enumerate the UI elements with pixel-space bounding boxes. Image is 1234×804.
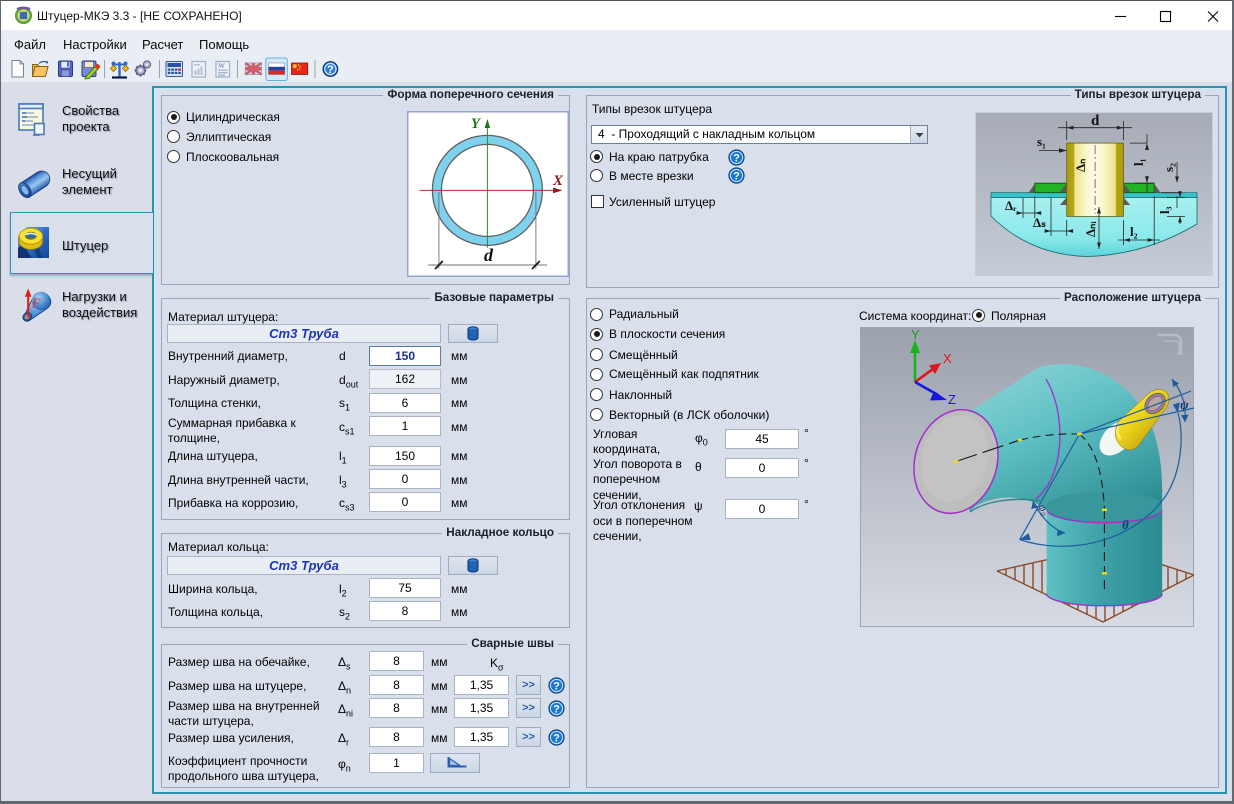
svg-text:Δₛ: Δₛ [1033,215,1046,230]
svg-text:?: ? [733,152,740,164]
svg-text:θ: θ [1122,517,1129,532]
svg-text:X: X [943,351,952,366]
svg-text:?: ? [327,64,334,76]
svg-text:d: d [484,245,494,265]
svg-text:F: F [31,297,42,312]
svg-text:s₁: s₁ [1037,134,1046,149]
svg-text:Δᵣ: Δᵣ [1005,198,1017,213]
svg-text:d: d [1091,113,1100,129]
svg-text:l₃: l₃ [1157,206,1172,214]
svg-text:l₁: l₁ [1131,158,1146,166]
svg-text:Z: Z [948,392,956,407]
svg-text:?: ? [553,732,560,744]
svg-text:X: X [552,173,564,189]
svg-text:Δₙ: Δₙ [1073,158,1088,171]
svg-text:s₂: s₂ [1161,162,1176,171]
svg-text:?: ? [733,170,740,182]
svg-text:l₂: l₂ [1130,224,1138,239]
svg-text:W: W [218,62,225,70]
svg-text:?: ? [553,680,560,692]
svg-text:?: ? [553,703,560,715]
svg-text:Δₙᵢ: Δₙᵢ [1083,220,1098,236]
svg-text:Y: Y [911,327,920,342]
svg-text:ψ: ψ [1180,397,1189,412]
